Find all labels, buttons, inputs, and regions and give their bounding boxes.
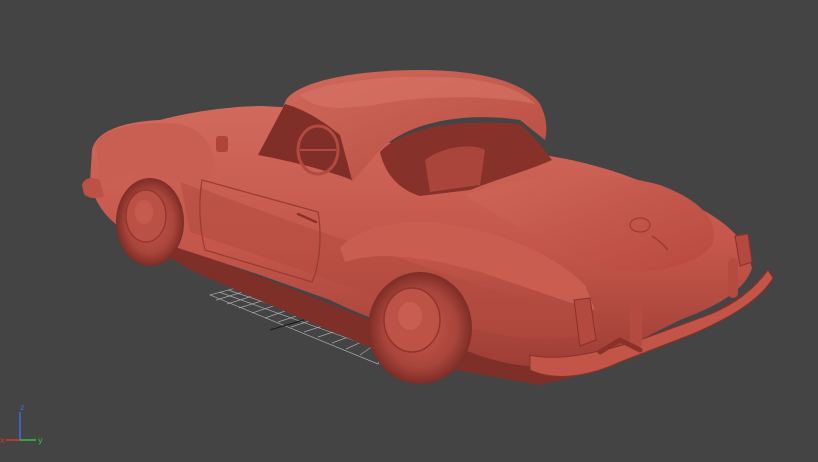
rear-wheel bbox=[368, 272, 472, 384]
scene-canvas[interactable] bbox=[0, 0, 818, 462]
bumper-guard-left bbox=[630, 298, 642, 348]
axis-gizmo: z x y bbox=[0, 403, 43, 445]
side-mirror bbox=[216, 136, 228, 152]
front-wheel bbox=[116, 178, 184, 266]
bumper-guard-right bbox=[728, 258, 738, 298]
3d-viewport[interactable]: z x y bbox=[0, 0, 818, 462]
y-axis-label: y bbox=[38, 436, 43, 445]
z-axis-label: z bbox=[20, 403, 24, 412]
x-axis-label: x bbox=[0, 436, 5, 445]
car-model[interactable] bbox=[82, 70, 774, 385]
